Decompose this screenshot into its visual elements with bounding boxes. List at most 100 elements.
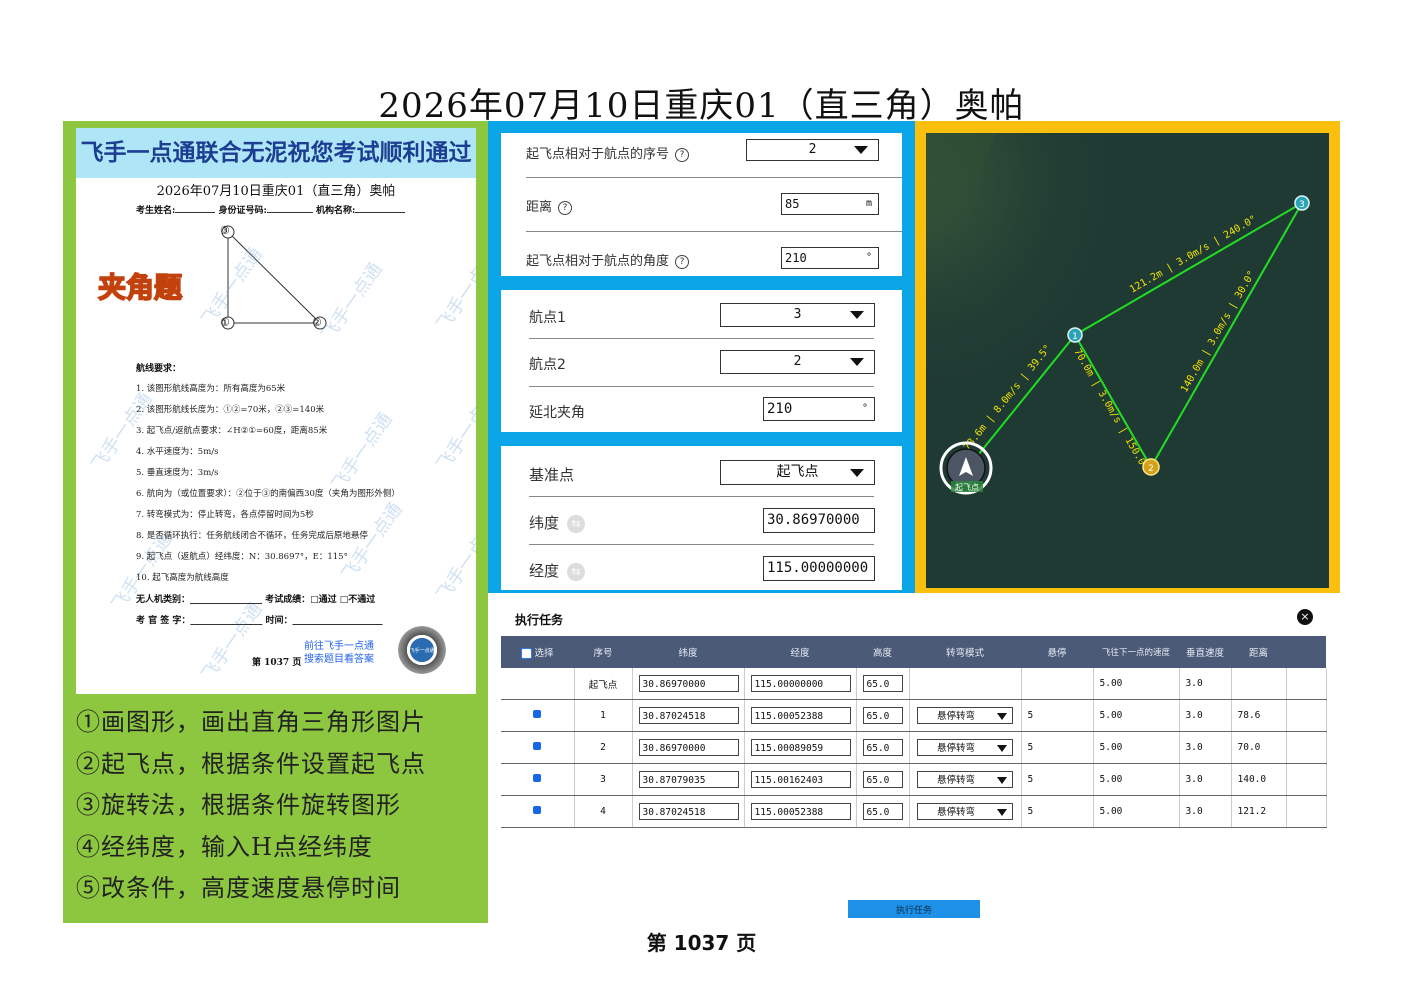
field-id: 身份证号码: [218, 206, 267, 216]
seq-select[interactable]: 2 [746, 139, 879, 161]
lon-cell-input[interactable]: 115.00000000 [750, 675, 851, 692]
row-seq: 3 [574, 763, 633, 796]
svg-text:1: 1 [1072, 332, 1078, 342]
distance-label: 距离 [526, 200, 553, 215]
chevron-down-icon [997, 745, 1007, 752]
coords-card: 基准点 起飞点 纬度 ⇆ 30.86970000 经度 ⇆ 115.00000000 [501, 446, 902, 590]
help-icon[interactable]: ? [558, 200, 573, 215]
chevron-down-icon [997, 809, 1007, 816]
alt-cell-input[interactable]: 65.0 [862, 675, 903, 692]
north-angle-input[interactable]: 210 ° [763, 397, 875, 421]
lon-input[interactable]: 115.00000000 [763, 556, 875, 581]
divider [529, 496, 874, 497]
close-icon[interactable]: × [1297, 609, 1313, 625]
lon-cell-input[interactable]: 115.00052388 [750, 803, 851, 820]
mode-select[interactable]: 悬停转弯 [917, 739, 1013, 756]
vspeed-cell: 3.0 [1179, 699, 1232, 732]
wp1-value: 3 [793, 307, 802, 322]
mode-select[interactable]: 悬停转弯 [917, 707, 1013, 724]
requirement-item: 2. 该图形航线长度为：①②=70米，②③=140米 [136, 405, 325, 415]
lon-cell-input[interactable]: 115.00162403 [750, 771, 851, 788]
alt-cell-input[interactable]: 65.0 [862, 803, 903, 820]
requirement-item: 10. 起飞高度为航线高度 [136, 573, 229, 583]
lat-cell-input[interactable]: 30.87024518 [638, 707, 739, 724]
waypoint-2[interactable]: 2 [1142, 458, 1160, 476]
lat-cell-input[interactable]: 30.86970000 [638, 739, 739, 756]
route-map-svg: 121.2m | 3.0m/s | 240.0° 140.0m | 3.0m/s… [926, 133, 1329, 588]
divider [529, 338, 874, 339]
lat-row-label: 纬度 ⇆ [529, 512, 586, 533]
dist-cell: 140.0 [1231, 763, 1287, 796]
ref-point-select[interactable]: 起飞点 [720, 460, 875, 485]
divider [526, 231, 902, 232]
lat-cell-input[interactable]: 30.87024518 [638, 803, 739, 820]
paper-fields: 考生姓名: 身份证号码: 机构名称: [136, 203, 406, 216]
chevron-down-icon [854, 146, 868, 154]
waypoint-3[interactable]: 3 [1294, 195, 1310, 211]
dist-cell: 70.0 [1231, 731, 1287, 764]
distance-row-label: 距离? [526, 196, 573, 215]
row-checkbox[interactable] [533, 742, 542, 750]
wp2-value: 2 [793, 354, 802, 369]
dist-cell: 78.6 [1231, 699, 1287, 732]
requirement-item: 8. 是否循环执行：任务航线闭合不循环，任务完成后原地悬停 [136, 531, 368, 541]
lon-cell-input[interactable]: 115.00089059 [750, 739, 851, 756]
alt-cell-input[interactable]: 65.0 [862, 771, 903, 788]
requirement-item: 9. 起飞点（返航点）经纬度：N：30.8697°，E：115° [136, 552, 348, 562]
row-select [501, 668, 575, 700]
steps-list: ①画图形，画出直角三角形图片 ②起飞点，根据条件设置起飞点 ③旋转法，根据条件旋… [76, 702, 426, 910]
mode-value: 悬停转弯 [936, 807, 975, 818]
row-seq: 起飞点 [574, 668, 633, 700]
task-title: 执行任务 [515, 613, 564, 627]
watermark: 飞手一点通 [432, 248, 476, 335]
vspeed-cell: 3.0 [1179, 668, 1232, 700]
watermark: 飞手一点通 [327, 408, 397, 495]
chevron-down-icon [997, 713, 1007, 720]
seq-row-label: 起飞点相对于航点的序号? [526, 143, 690, 162]
row-select[interactable] [501, 731, 575, 764]
wp1-select[interactable]: 3 [720, 303, 875, 327]
col-select[interactable]: 选择 [501, 636, 574, 668]
watermark: 飞手一点通 [337, 498, 407, 585]
row-checkbox[interactable] [533, 774, 542, 782]
mode-select[interactable]: 悬停转弯 [917, 803, 1013, 820]
help-icon[interactable]: ? [675, 254, 690, 269]
table-row: 4 30.87024518 115.00052388 65.0 悬停转弯 5 5… [501, 795, 1327, 828]
wp2-select[interactable]: 2 [720, 350, 875, 374]
lat-cell-input[interactable]: 30.87079035 [638, 771, 739, 788]
tri-label-3: ③ [220, 224, 230, 237]
hover-cell: 5 [1021, 795, 1094, 828]
satellite-map[interactable]: 121.2m | 3.0m/s | 240.0° 140.0m | 3.0m/s… [926, 133, 1329, 588]
angle-title: 夹角题 [97, 270, 183, 305]
execute-task-button[interactable]: 执行任务 [848, 900, 980, 918]
divider [526, 177, 902, 178]
mode-select[interactable]: 悬停转弯 [917, 771, 1013, 788]
step-item: ⑤改条件，高度速度悬停时间 [76, 874, 401, 902]
speed-cell: 5.00 [1093, 763, 1180, 796]
alt-cell-input[interactable]: 65.0 [862, 739, 903, 756]
row-checkbox[interactable] [533, 710, 542, 718]
page-title: 2026年07月10日重庆01（直三角）奥帕 [378, 86, 1025, 126]
angle-input[interactable]: 210 ° [781, 247, 879, 269]
distance-input[interactable]: 85 m [781, 193, 879, 215]
row-select[interactable] [501, 795, 575, 828]
row-select[interactable] [501, 763, 575, 796]
alt-cell-input[interactable]: 65.0 [862, 707, 903, 724]
hover-cell: 5 [1021, 699, 1094, 732]
row-seq: 4 [574, 795, 633, 828]
chevron-down-icon [850, 311, 864, 319]
row-checkbox[interactable] [533, 806, 542, 814]
lon-cell-input[interactable]: 115.00052388 [750, 707, 851, 724]
waypoint-1[interactable]: 1 [1067, 327, 1083, 343]
lat-input[interactable]: 30.86970000 [763, 508, 875, 533]
angle-unit: ° [865, 252, 872, 263]
takeoff-marker[interactable]: 起飞点 [939, 441, 993, 495]
speed-cell: 5.00 [1093, 699, 1180, 732]
mode-value: 悬停转弯 [936, 743, 975, 754]
requirement-item: 4. 水平速度为：5m/s [136, 447, 219, 457]
dist-cell: 121.2 [1231, 795, 1287, 828]
angle-value: 210 [785, 251, 807, 265]
help-icon[interactable]: ? [675, 147, 690, 162]
row-select[interactable] [501, 699, 575, 732]
lat-cell-input[interactable]: 30.86970000 [638, 675, 739, 692]
